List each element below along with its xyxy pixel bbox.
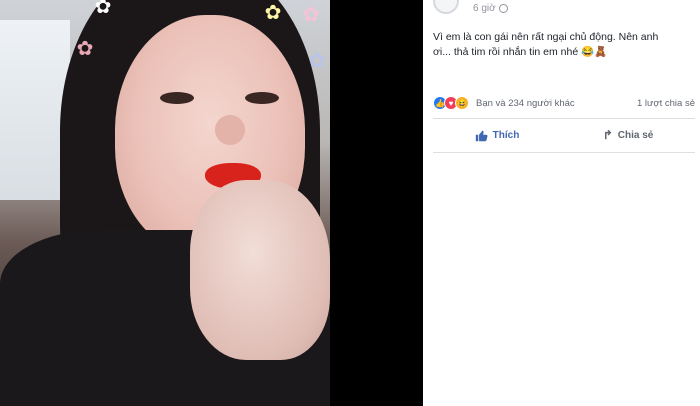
post-text-line: Vì em là con gái nên rất ngại chủ động. … bbox=[433, 31, 659, 43]
post-photo[interactable]: ✿ ✿ ✿ ✿ ✿ bbox=[0, 0, 330, 406]
photo-nose bbox=[215, 115, 245, 145]
flower-sticker-icon: ✿ bbox=[308, 50, 326, 72]
reactions-bar[interactable]: 👍 ♥ 😆 Bạn và 234 người khác 1 lượt chia … bbox=[433, 95, 695, 111]
like-button[interactable]: Thích bbox=[475, 129, 520, 142]
reaction-icons: 👍 ♥ 😆 bbox=[433, 96, 469, 110]
post-time-text[interactable]: 6 giờ bbox=[473, 3, 496, 14]
divider bbox=[433, 118, 695, 119]
post-actions: Thích ↱ Chia sẻ bbox=[433, 122, 695, 148]
share-icon: ↱ bbox=[602, 128, 613, 142]
photo-eye-right bbox=[245, 92, 279, 104]
post-details-panel: 6 giờ Vì em là con gái nên rất ngại chủ … bbox=[423, 0, 700, 406]
flower-sticker-icon: ✿ bbox=[302, 4, 320, 26]
post-timestamp[interactable]: 6 giờ bbox=[473, 3, 508, 14]
reaction-summary[interactable]: Bạn và 234 người khác bbox=[476, 98, 575, 109]
flower-sticker-icon: ✿ bbox=[94, 0, 112, 18]
share-label: Chia sẻ bbox=[617, 129, 654, 141]
flower-sticker-icon: ✿ bbox=[264, 2, 282, 24]
like-label: Thích bbox=[492, 129, 520, 141]
photo-hand bbox=[190, 180, 330, 360]
share-count[interactable]: 1 lượt chia sẻ bbox=[637, 98, 695, 109]
avatar[interactable] bbox=[433, 0, 459, 14]
haha-icon: 😆 bbox=[455, 96, 469, 110]
photo-eye-left bbox=[160, 92, 194, 104]
divider bbox=[433, 152, 695, 153]
share-button[interactable]: ↱ Chia sẻ bbox=[603, 128, 654, 142]
globe-icon bbox=[498, 4, 508, 13]
post-text-line: ơi... thả tim rồi nhắn tin em nhé 😂🧸 bbox=[433, 46, 608, 58]
flower-sticker-icon: ✿ bbox=[76, 38, 94, 60]
thumbs-up-icon bbox=[475, 130, 488, 141]
post-text: Vì em là con gái nên rất ngại chủ động. … bbox=[433, 30, 695, 60]
